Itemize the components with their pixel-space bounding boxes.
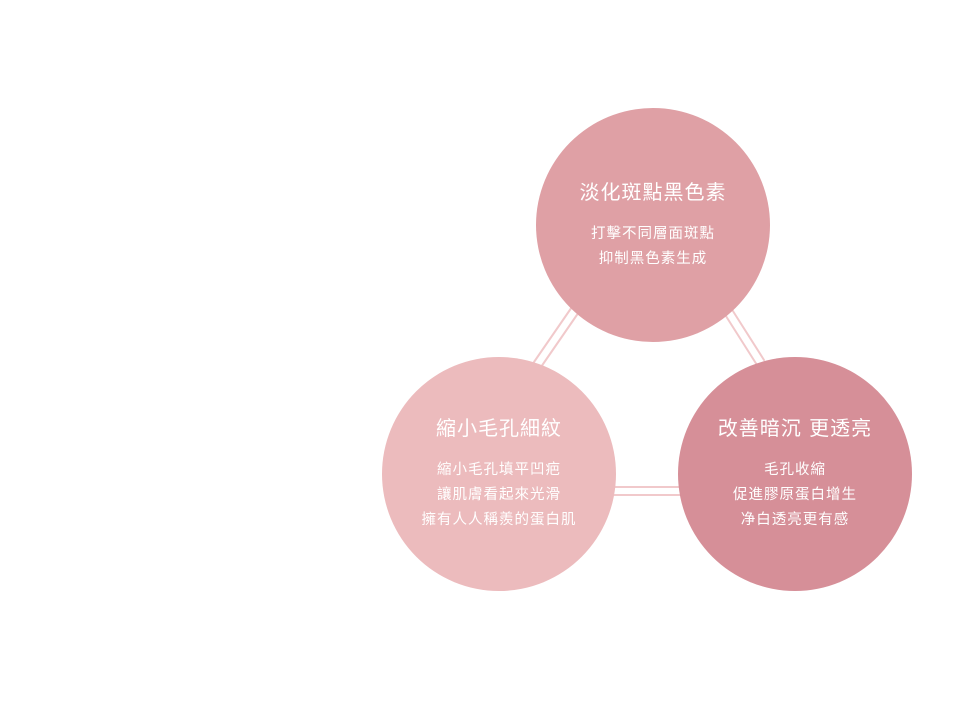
node-line: 净白透亮更有感 [740, 512, 850, 528]
node-fade-spots: 淡化斑點黑色素 打擊不同層面斑點 抑制黑色素生成 [536, 108, 770, 342]
node-line: 抑制黑色素生成 [598, 250, 708, 267]
node-line: 打擊不同層面斑點 [591, 225, 715, 242]
node-line: 促進膠原蛋白增生 [733, 487, 857, 503]
node-title: 淡化斑點黑色素 [579, 179, 727, 204]
node-title: 縮小毛孔細紋 [436, 416, 562, 440]
connector-top-left-a [533, 303, 575, 363]
connector-top-right-a [723, 312, 758, 366]
node-line: 擁有人人稱羨的蛋白肌 [421, 512, 577, 528]
node-line: 讓肌膚看起來光滑 [437, 487, 561, 503]
connector-top-right-b [730, 307, 765, 361]
node-line: 縮小毛孔填平凹疤 [437, 462, 561, 478]
connector-top-left-b [540, 308, 582, 368]
node-brighten: 改善暗沉 更透亮 毛孔收縮 促進膠原蛋白增生 净白透亮更有感 [678, 357, 912, 591]
node-line: 毛孔收縮 [764, 462, 826, 478]
node-title: 改善暗沉 更透亮 [717, 416, 873, 440]
node-shrink-pores: 縮小毛孔細紋 縮小毛孔填平凹疤 讓肌膚看起來光滑 擁有人人稱羨的蛋白肌 [382, 357, 616, 591]
diagram-canvas: 淡化斑點黑色素 打擊不同層面斑點 抑制黑色素生成 縮小毛孔細紋 縮小毛孔填平凹疤… [0, 0, 960, 715]
